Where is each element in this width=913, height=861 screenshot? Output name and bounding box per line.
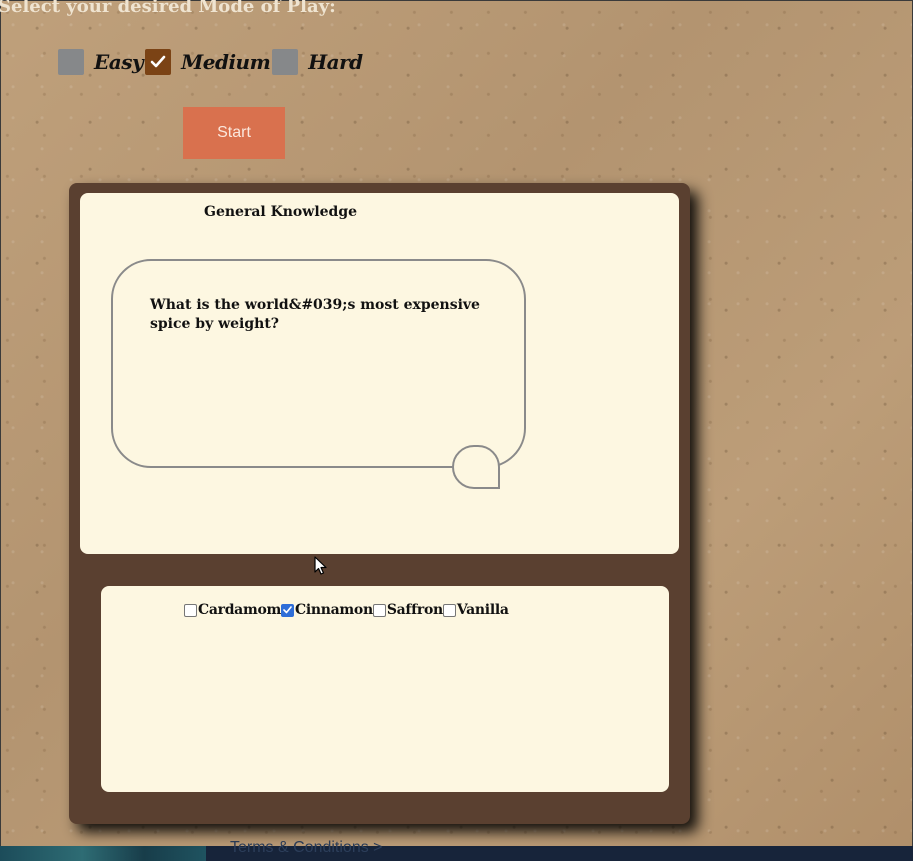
quiz-category: General Knowledge [204, 204, 358, 220]
mode-hard-checkbox[interactable] [272, 49, 299, 75]
checkmark-icon [150, 55, 166, 68]
option-cinnamon[interactable]: Cinnamon [281, 602, 373, 618]
option-cardamom-checkbox[interactable] [184, 603, 197, 617]
option-saffron[interactable]: Saffron [372, 602, 443, 618]
option-saffron-label: Saffron [386, 602, 443, 618]
mode-selector: Easy Medium Hard [58, 47, 365, 77]
option-vanilla-label: Vanilla [456, 602, 509, 618]
answer-options: Cardamom Cinnamon Saffron Vanilla [184, 601, 509, 619]
option-cardamom-label: Cardamom [198, 602, 282, 618]
option-saffron-checkbox[interactable] [372, 603, 386, 617]
option-vanilla[interactable]: Vanilla [442, 602, 509, 618]
mode-easy-label: Easy [94, 50, 144, 74]
mouse-cursor-icon [314, 556, 327, 575]
mode-medium-checkbox[interactable] [145, 49, 172, 75]
checkmark-icon [283, 606, 292, 614]
speech-bubble [111, 259, 526, 468]
option-vanilla-checkbox[interactable] [442, 603, 456, 617]
question-text: What is the world&#039;s most expensive … [150, 297, 480, 332]
start-button[interactable]: Start [183, 107, 285, 159]
option-cinnamon-label: Cinnamon [295, 602, 373, 618]
mode-prompt: Select your desired Mode of Play: [0, 0, 336, 17]
mode-easy-checkbox[interactable] [58, 49, 84, 75]
footer-texture [0, 846, 206, 861]
option-cardamom[interactable]: Cardamom [184, 602, 281, 618]
mode-hard[interactable]: Hard [272, 49, 363, 75]
mode-medium-label: Medium [181, 50, 271, 74]
mode-easy[interactable]: Easy [58, 49, 144, 75]
speech-bubble-tail [452, 445, 500, 489]
terms-link[interactable]: Terms & Conditions > [230, 839, 383, 857]
mode-hard-label: Hard [308, 50, 363, 74]
mode-medium[interactable]: Medium [145, 49, 271, 75]
option-cinnamon-checkbox[interactable] [281, 603, 295, 617]
